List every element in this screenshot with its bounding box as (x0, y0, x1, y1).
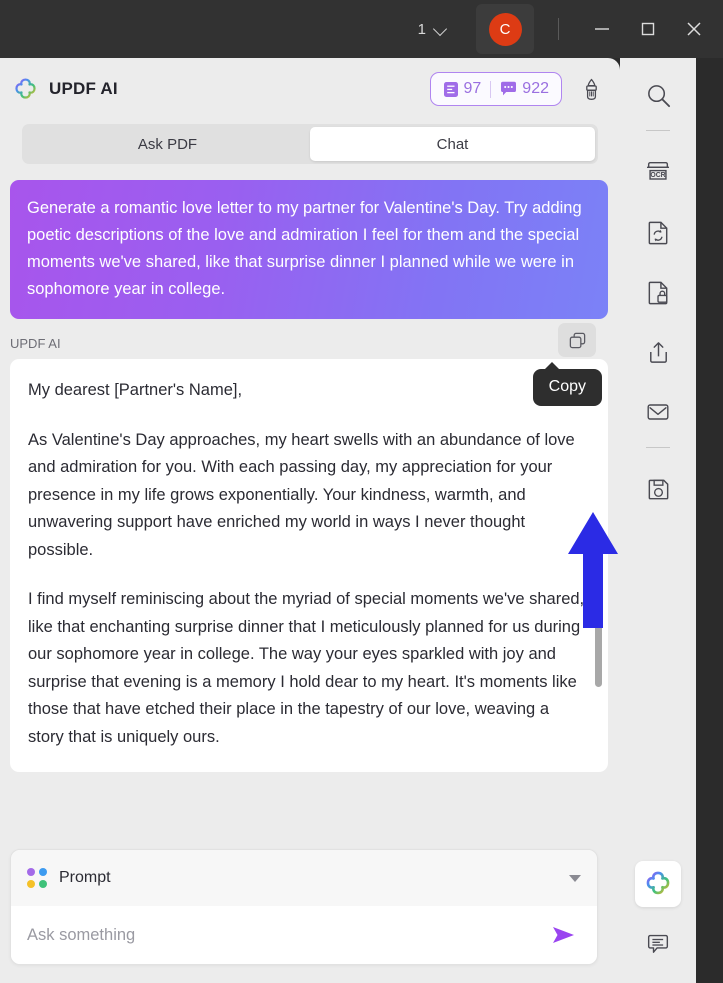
page-selector[interactable]: 1 (412, 17, 454, 42)
app-window: 1 C UPDF AI 97 922 Ask PDF Chat Generate… (0, 0, 723, 983)
answer-paragraph: As Valentine's Day approaches, my heart … (28, 430, 575, 559)
answer-scrollbar[interactable] (595, 597, 602, 687)
rail-item-ocr[interactable]: OCR (635, 149, 681, 195)
document-credits: 97 (443, 80, 482, 98)
search-input[interactable] (27, 925, 547, 945)
assistant-answer-card: My dearest [Partner's Name], As Valentin… (10, 359, 608, 772)
window-titlebar: 1 C (0, 0, 723, 58)
chevron-down-icon (434, 22, 448, 36)
brush-clear-icon (585, 78, 597, 100)
prompt-label: Prompt (59, 869, 111, 886)
credits-badge[interactable]: 97 922 (429, 72, 562, 106)
brand: UPDF AI (12, 76, 430, 103)
comment-icon (647, 934, 669, 953)
user-message-bubble: Generate a romantic love letter to my pa… (10, 180, 608, 319)
copy-tooltip: Copy (532, 362, 602, 406)
answer-paragraph: My dearest [Partner's Name], (28, 381, 243, 399)
save-icon (648, 479, 668, 499)
rail-item-convert[interactable] (635, 209, 681, 255)
assistant-header: UPDF AI Copy (10, 323, 608, 406)
avatar: C (488, 12, 522, 46)
window-right-edge (696, 58, 723, 983)
maximize-button[interactable] (625, 7, 671, 51)
send-button[interactable] (547, 920, 581, 950)
copy-button[interactable] (558, 323, 596, 357)
rail-item-updf-ai[interactable] (635, 861, 681, 907)
page-number: 1 (417, 20, 426, 38)
rail-divider (646, 130, 670, 131)
chat-credit-count: 922 (522, 80, 549, 97)
updf-ai-clover-logo (15, 77, 36, 99)
search-icon (647, 84, 670, 107)
rail-item-comment[interactable] (635, 921, 681, 967)
updf-ai-icon (646, 871, 670, 895)
rail-item-search[interactable] (635, 72, 681, 118)
panel-header: UPDF AI 97 922 (0, 58, 620, 120)
account-button[interactable]: C (476, 4, 534, 54)
prompt-selector[interactable]: Prompt (11, 850, 597, 906)
share-icon (649, 341, 667, 363)
convert-document-icon (648, 221, 667, 244)
rail-item-email[interactable] (635, 389, 681, 435)
document-credit-icon (443, 81, 458, 97)
page-title: UPDF AI (49, 79, 118, 98)
clear-chat-button[interactable] (576, 74, 606, 104)
caret-down-icon (569, 874, 581, 882)
ocr-icon: OCR (646, 161, 670, 180)
rail-item-share[interactable] (635, 329, 681, 375)
chat-credits: 922 (500, 80, 549, 98)
four-dots-prompt-icon (27, 868, 47, 888)
rail-divider (646, 447, 670, 448)
chat-credit-icon (501, 81, 517, 96)
document-credit-count: 97 (463, 80, 482, 97)
tab-ask-pdf[interactable]: Ask PDF (25, 127, 310, 161)
minimize-button[interactable] (579, 7, 625, 51)
svg-text:OCR: OCR (650, 172, 665, 179)
assistant-name: UPDF AI (10, 335, 61, 351)
copy-icon (569, 332, 585, 348)
composer: Prompt (10, 849, 598, 965)
close-button[interactable] (671, 7, 717, 51)
send-arrow-icon (553, 927, 574, 943)
close-icon (687, 22, 701, 36)
minimize-icon (595, 28, 609, 30)
credits-divider (490, 80, 492, 98)
maximize-icon (641, 22, 655, 36)
mail-icon (647, 404, 669, 420)
rail-item-protect[interactable] (635, 269, 681, 315)
ai-panel: UPDF AI 97 922 Ask PDF Chat Generate a r… (0, 58, 620, 983)
titlebar-divider (558, 18, 559, 40)
mode-tabs: Ask PDF Chat (22, 124, 598, 164)
tool-rail: OCR (620, 58, 696, 983)
protect-document-icon (648, 281, 667, 304)
rail-item-save[interactable] (635, 466, 681, 512)
tab-chat[interactable]: Chat (310, 127, 595, 161)
input-row (11, 906, 597, 964)
answer-paragraph: I find myself reminiscing about the myri… (28, 590, 585, 746)
